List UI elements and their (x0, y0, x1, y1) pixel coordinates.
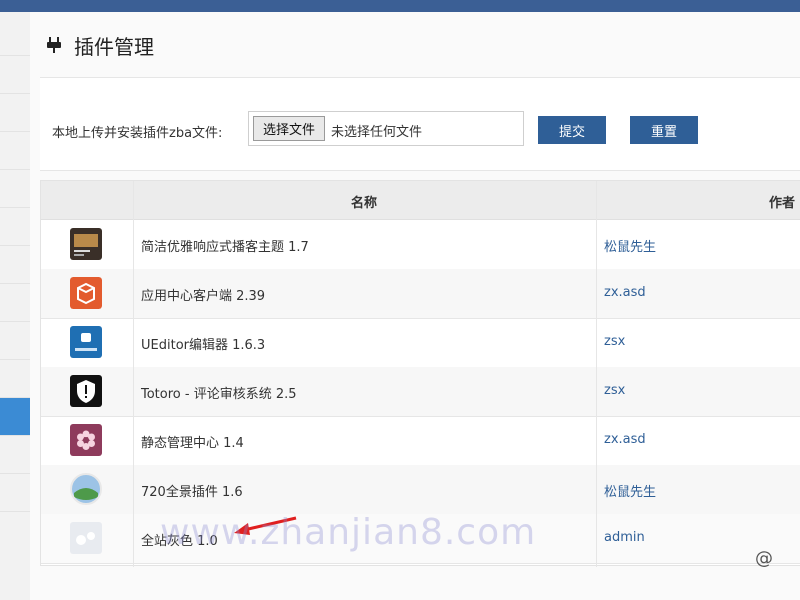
plugin-author[interactable]: 松鼠先生 (604, 481, 656, 500)
file-input[interactable]: 选择文件 未选择任何文件 (248, 111, 524, 146)
sidebar-item[interactable] (0, 322, 30, 360)
watermark-text: www.zhanjian8.com (160, 512, 537, 553)
box-icon (70, 277, 102, 309)
sidebar (0, 12, 31, 600)
sidebar-item[interactable] (0, 208, 30, 246)
plugin-author[interactable]: zsx (604, 383, 625, 398)
reset-button[interactable]: 重置 (630, 116, 698, 144)
table-row[interactable]: Totoro - 评论审核系统 2.5 zsx (41, 367, 800, 417)
sidebar-item[interactable] (0, 246, 30, 284)
plugin-author[interactable]: admin (604, 530, 645, 545)
page-header: 插件管理 (44, 30, 154, 60)
submit-button[interactable]: 提交 (538, 116, 606, 144)
table-row[interactable]: 简洁优雅响应式播客主题 1.7 松鼠先生 (41, 220, 800, 270)
plugin-table: 名称 作者 简洁优雅响应式播客主题 1.7 松鼠先生 应用中心客户端 2.39 … (40, 180, 800, 567)
plug-icon (44, 35, 64, 55)
plugin-name: 720全景插件 1.6 (141, 485, 243, 500)
plugin-name: 应用中心客户端 2.39 (141, 289, 266, 304)
column-header-author: 作者 (769, 196, 796, 211)
sidebar-item[interactable] (0, 132, 30, 170)
sidebar-item-active[interactable] (0, 398, 30, 436)
top-bar (0, 0, 800, 12)
table-row[interactable]: 720全景插件 1.6 松鼠先生 (41, 465, 800, 515)
panorama-icon (70, 473, 102, 505)
corner-mark: @ (755, 548, 773, 569)
table-row[interactable]: 应用中心客户端 2.39 zx.asd (41, 269, 800, 319)
sidebar-item[interactable] (0, 18, 30, 56)
upload-panel: 本地上传并安装插件zba文件: 选择文件 未选择任何文件 提交 重置 (40, 77, 800, 171)
plugin-name: 静态管理中心 1.4 (141, 436, 244, 451)
plugin-name: Totoro - 评论审核系统 2.5 (141, 387, 297, 402)
table-header: 名称 作者 (41, 181, 800, 220)
ueditor-icon (70, 326, 102, 358)
gray-dots-icon (70, 522, 102, 554)
column-header-name: 名称 (351, 196, 378, 211)
sidebar-item[interactable] (0, 56, 30, 94)
plugin-author[interactable]: zsx (604, 334, 625, 349)
upload-label: 本地上传并安装插件zba文件: (52, 126, 223, 141)
plugin-author[interactable]: zx.asd (604, 432, 646, 447)
file-status: 未选择任何文件 (331, 125, 423, 140)
table-row[interactable]: 静态管理中心 1.4 zx.asd (41, 416, 800, 466)
plugin-name: 简洁优雅响应式播客主题 1.7 (141, 240, 309, 255)
theme-thumbnail-icon (70, 228, 102, 260)
plugin-name: UEditor编辑器 1.6.3 (141, 338, 266, 353)
sidebar-item[interactable] (0, 436, 30, 474)
sidebar-item[interactable] (0, 360, 30, 398)
column-divider (133, 181, 134, 567)
flower-icon (70, 424, 102, 456)
column-divider (596, 181, 597, 567)
table-row[interactable]: UEditor编辑器 1.6.3 zsx (41, 318, 800, 368)
choose-file-button[interactable]: 选择文件 (253, 116, 325, 141)
sidebar-item[interactable] (0, 474, 30, 512)
page-title: 插件管理 (74, 34, 154, 59)
sidebar-item[interactable] (0, 94, 30, 132)
sidebar-item[interactable] (0, 170, 30, 208)
shield-icon (70, 375, 102, 407)
sidebar-item[interactable] (0, 284, 30, 322)
plugin-author[interactable]: zx.asd (604, 285, 646, 300)
plugin-author[interactable]: 松鼠先生 (604, 236, 656, 255)
